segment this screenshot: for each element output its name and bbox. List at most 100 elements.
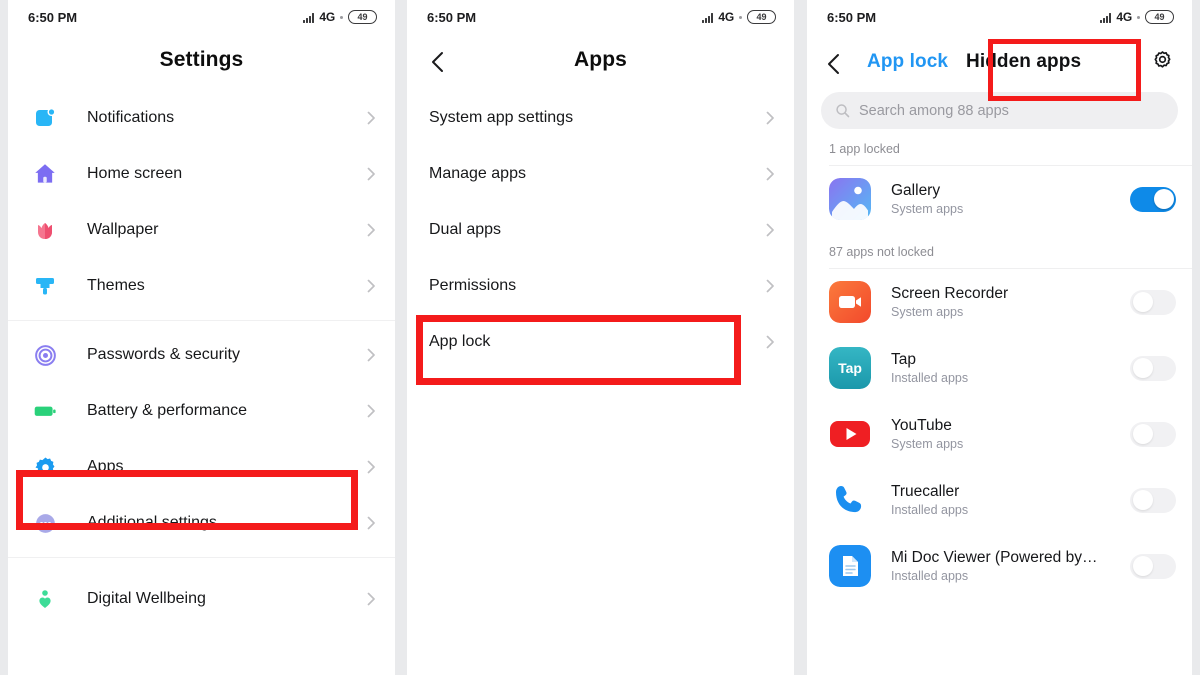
- signal-bars-icon: [1100, 12, 1112, 23]
- chevron-right-icon: [762, 166, 778, 182]
- status-bar: 6:50 PM 4G 49: [807, 0, 1192, 34]
- sidebar-item-label: Digital Wellbeing: [87, 590, 206, 607]
- list-item-label: Permissions: [429, 277, 517, 294]
- app-row-gallery[interactable]: Gallery System apps: [807, 166, 1192, 232]
- chevron-right-icon: [363, 166, 379, 182]
- app-row-tap[interactable]: Tap Tap Installed apps: [807, 335, 1192, 401]
- page-title: Apps: [574, 48, 627, 71]
- app-lock-toggle[interactable]: [1130, 289, 1176, 315]
- section-header-unlocked: 87 apps not locked: [829, 245, 934, 259]
- app-category: Installed apps: [891, 569, 969, 583]
- apps-title-bar: Apps: [407, 34, 794, 86]
- screen-recorder-icon: [829, 281, 871, 323]
- chevron-right-icon: [363, 278, 379, 294]
- tab-hidden-apps[interactable]: Hidden apps: [966, 51, 1081, 73]
- app-lock-toggle[interactable]: [1130, 421, 1176, 447]
- network-type: 4G: [1116, 10, 1132, 24]
- list-item-permissions[interactable]: Permissions: [407, 258, 794, 314]
- settings-title-bar: Settings: [8, 34, 395, 86]
- app-row-youtube[interactable]: YouTube System apps: [807, 401, 1192, 467]
- themes-brush-icon: [30, 271, 60, 301]
- status-bar: 6:50 PM 4G 49: [407, 0, 794, 34]
- app-row-screen-recorder[interactable]: Screen Recorder System apps: [807, 269, 1192, 335]
- app-row-truecaller[interactable]: Truecaller Installed apps: [807, 467, 1192, 533]
- panel-apps: 6:50 PM 4G 49 Apps System app settings M…: [400, 0, 800, 675]
- chevron-right-icon: [762, 278, 778, 294]
- sidebar-item-digital-wellbeing[interactable]: Digital Wellbeing: [8, 571, 395, 627]
- tab-app-lock[interactable]: App lock: [867, 51, 948, 73]
- home-icon: [30, 159, 60, 189]
- list-item-label: System app settings: [429, 109, 574, 126]
- sidebar-item-passwords-security[interactable]: Passwords & security: [8, 327, 395, 383]
- sidebar-item-notifications[interactable]: Notifications: [8, 90, 395, 146]
- status-time: 6:50 PM: [28, 9, 78, 25]
- list-item-app-lock[interactable]: App lock: [407, 314, 794, 370]
- list-divider: [8, 557, 395, 558]
- settings-list: Notifications Home screen Wallpaper Them…: [8, 86, 395, 627]
- sidebar-item-label: Themes: [87, 277, 145, 294]
- network-type: 4G: [319, 10, 335, 24]
- chevron-right-icon: [363, 222, 379, 238]
- chevron-right-icon: [363, 347, 379, 363]
- app-name: Truecaller: [891, 483, 960, 500]
- app-category: Installed apps: [891, 371, 969, 385]
- app-lock-toggle[interactable]: [1130, 355, 1176, 381]
- list-item-manage-apps[interactable]: Manage apps: [407, 146, 794, 202]
- sidebar-item-additional-settings[interactable]: Additional settings: [8, 495, 395, 551]
- list-divider: [8, 320, 395, 321]
- app-lock-toggle[interactable]: [1130, 487, 1176, 513]
- app-category: Installed apps: [891, 503, 969, 517]
- sidebar-item-apps[interactable]: Apps: [8, 439, 395, 495]
- truecaller-icon: [829, 479, 871, 521]
- sidebar-item-label: Wallpaper: [87, 221, 159, 238]
- status-bar: 6:50 PM 4G 49: [8, 0, 395, 34]
- list-item-label: Dual apps: [429, 221, 502, 238]
- app-name: Screen Recorder: [891, 285, 1009, 302]
- sidebar-item-themes[interactable]: Themes: [8, 258, 395, 314]
- chevron-right-icon: [363, 403, 379, 419]
- three-panel-screenshot: 6:50 PM 4G 49 Settings Notifications Hom…: [0, 0, 1200, 675]
- gallery-icon: [829, 178, 871, 220]
- status-time: 6:50 PM: [827, 9, 877, 25]
- chevron-right-icon: [762, 110, 778, 126]
- chevron-right-icon: [363, 110, 379, 126]
- status-time: 6:50 PM: [427, 9, 477, 25]
- chevron-right-icon: [363, 591, 379, 607]
- battery-indicator: 49: [1145, 10, 1174, 24]
- apps-list: System app settings Manage apps Dual app…: [407, 86, 794, 370]
- sidebar-item-wallpaper[interactable]: Wallpaper: [8, 202, 395, 258]
- app-name: Mi Doc Viewer (Powered by…: [891, 549, 1098, 566]
- app-name: YouTube: [891, 417, 952, 434]
- svg-text:Tap: Tap: [838, 360, 862, 376]
- battery-indicator: 49: [348, 10, 377, 24]
- search-input[interactable]: Search among 88 apps: [821, 92, 1178, 129]
- sidebar-item-home-screen[interactable]: Home screen: [8, 146, 395, 202]
- tap-icon: Tap: [829, 347, 871, 389]
- network-type: 4G: [718, 10, 734, 24]
- app-lock-toggle[interactable]: [1130, 553, 1176, 579]
- list-item-dual-apps[interactable]: Dual apps: [407, 202, 794, 258]
- chevron-right-icon: [363, 515, 379, 531]
- app-name: Tap: [891, 351, 916, 368]
- sidebar-item-label: Additional settings: [87, 514, 217, 531]
- list-item-system-app-settings[interactable]: System app settings: [407, 90, 794, 146]
- wallpaper-flower-icon: [30, 215, 60, 245]
- app-lock-tab-bar: App lock Hidden apps: [807, 34, 1192, 90]
- signal-bars-icon: [303, 12, 315, 23]
- sidebar-item-label: Battery & performance: [87, 402, 248, 419]
- mi-doc-viewer-icon: [829, 545, 871, 587]
- fingerprint-icon: [30, 340, 60, 370]
- sidebar-item-battery-performance[interactable]: Battery & performance: [8, 383, 395, 439]
- battery-icon: [30, 396, 60, 426]
- gear-icon[interactable]: [1150, 49, 1176, 75]
- back-icon[interactable]: [429, 51, 447, 72]
- app-row-mi-doc-viewer[interactable]: Mi Doc Viewer (Powered by… Installed app…: [807, 533, 1192, 599]
- back-icon[interactable]: [825, 53, 843, 74]
- panel-settings: 6:50 PM 4G 49 Settings Notifications Hom…: [0, 0, 400, 675]
- app-lock-toggle[interactable]: [1130, 186, 1176, 212]
- sidebar-item-label: Home screen: [87, 165, 183, 182]
- search-icon: [835, 103, 850, 118]
- data-activity-icon: [739, 15, 742, 19]
- section-header-locked: 1 app locked: [829, 142, 900, 156]
